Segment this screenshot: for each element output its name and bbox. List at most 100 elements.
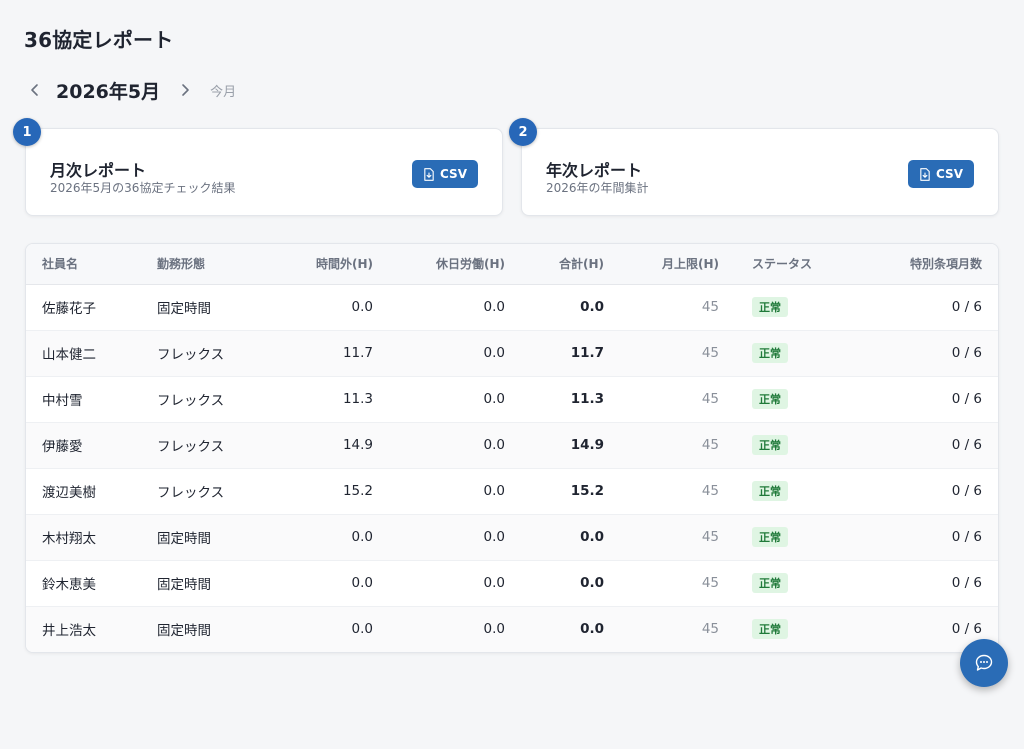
monthly-limit: 45 [604,422,719,469]
work-type: フレックス [157,422,272,469]
special-months: 0 / 6 [872,376,998,423]
col-work-type[interactable]: 勤務形態 [157,244,272,285]
status-cell: 正常 [719,284,872,331]
card-subtitle: 2026年の年間集計 [546,181,649,195]
overtime-hours: 0.0 [351,621,373,638]
table-row[interactable]: 渡辺美樹 フレックス 15.2 0.0 15.2 45 正常 0 / 6 [26,468,998,515]
employee-name: 井上浩太 [42,623,96,640]
work-type: 固定時間 [157,514,272,561]
work-type: フレックス [157,376,272,423]
employee-name: 木村翔太 [26,514,157,561]
total-hours: 11.3 [505,376,604,423]
holiday-hours: 0.0 [373,284,505,331]
card-subtitle: 2026年5月の36協定チェック結果 [50,181,236,195]
work-type: 固定時間 [157,623,211,640]
table-row[interactable]: 木村翔太 固定時間 0.0 0.0 0.0 45 正常 0 / 6 [26,514,998,561]
month-navigator: 2026年5月 今月 [24,76,236,104]
table-row[interactable]: 佐藤花子 固定時間 0.0 0.0 0.0 45 正常 0 / 6 [26,284,998,331]
step-badge: 2 [509,118,537,146]
csv-button-label: CSV [936,167,963,181]
card-title: 年次レポート [546,161,643,180]
holiday-hours: 0.0 [373,468,505,515]
employee-name: 伊藤愛 [26,422,157,469]
work-type: フレックス [157,468,272,515]
col-holiday-work[interactable]: 休日労働(H) [373,244,505,285]
status-cell: 正常 [719,376,872,423]
col-total[interactable]: 合計(H) [505,244,604,285]
holiday-hours: 0.0 [373,422,505,469]
monthly-limit: 45 [604,376,719,423]
col-special-months[interactable]: 特別条項月数 [872,244,998,285]
holiday-hours: 0.0 [373,560,505,607]
col-employee-name[interactable]: 社員名 [26,244,157,285]
status-badge: 正常 [752,343,788,363]
status-cell: 正常 [719,330,872,377]
work-type: フレックス [157,330,272,377]
work-type: 固定時間 [157,560,272,607]
table-row[interactable]: 井上浩太 固定時間 0.0 0.0 0.0 45 正常 0 / 6 [26,606,998,652]
employee-name: 鈴木恵美 [26,560,157,607]
total-hours: 14.9 [505,422,604,469]
overtime-hours: 14.9 [272,422,373,469]
csv-button-label: CSV [440,167,467,181]
employee-name: 中村雪 [26,376,157,423]
col-monthly-limit[interactable]: 月上限(H) [604,244,719,285]
table-row[interactable]: 鈴木恵美 固定時間 0.0 0.0 0.0 45 正常 0 / 6 [26,560,998,607]
special-months: 0 / 6 [872,284,998,331]
status-badge: 正常 [752,481,788,501]
work-type: 固定時間 [157,284,272,331]
table-row[interactable]: 伊藤愛 フレックス 14.9 0.0 14.9 45 正常 0 / 6 [26,422,998,469]
special-months: 0 / 6 [872,560,998,607]
chevron-right-icon[interactable] [174,76,196,104]
this-month-link[interactable]: 今月 [210,81,236,100]
monthly-limit: 45 [604,514,719,561]
total-hours: 0.0 [580,621,604,638]
status-cell: 正常 [719,422,872,469]
monthly-limit: 45 [701,621,719,638]
overtime-hours: 15.2 [272,468,373,515]
special-months: 0 / 6 [872,514,998,561]
holiday-hours: 0.0 [373,330,505,377]
monthly-report-card: 1 月次レポート 2026年5月の36協定チェック結果 CSV [13,118,503,216]
monthly-limit: 45 [604,468,719,515]
status-badge: 正常 [752,573,788,593]
special-months: 0 / 6 [872,422,998,469]
chat-bubble-icon [975,654,993,672]
annual-report-card: 2 年次レポート 2026年の年間集計 CSV [509,118,999,216]
page-title: 36協定レポート [24,28,174,52]
total-hours: 11.7 [505,330,604,377]
total-hours: 15.2 [505,468,604,515]
status-cell: 正常 [719,606,872,652]
step-badge: 1 [13,118,41,146]
monthly-limit: 45 [604,330,719,377]
overtime-hours: 0.0 [272,284,373,331]
status-badge: 正常 [752,389,788,409]
chat-button[interactable] [960,639,1008,687]
special-months: 0 / 6 [872,468,998,515]
monthly-limit: 45 [604,284,719,331]
total-hours: 0.0 [505,514,604,561]
annual-csv-button[interactable]: CSV [908,160,974,188]
status-badge: 正常 [752,619,788,640]
file-download-icon [919,167,931,181]
table-header-row: 社員名 勤務形態 時間外(H) 休日労働(H) 合計(H) 月上限(H) ステー… [26,244,998,285]
total-hours: 0.0 [505,560,604,607]
holiday-hours: 0.0 [373,514,505,561]
holiday-hours: 0.0 [373,376,505,423]
employee-name: 山本健二 [26,330,157,377]
table-row[interactable]: 中村雪 フレックス 11.3 0.0 11.3 45 正常 0 / 6 [26,376,998,423]
col-overtime[interactable]: 時間外(H) [272,244,373,285]
overtime-hours: 0.0 [272,514,373,561]
monthly-csv-button[interactable]: CSV [412,160,478,188]
holiday-hours: 0.0 [483,621,505,638]
monthly-limit: 45 [604,560,719,607]
status-badge: 正常 [752,435,788,455]
table-row[interactable]: 山本健二 フレックス 11.7 0.0 11.7 45 正常 0 / 6 [26,330,998,377]
current-month: 2026年5月 [56,80,161,103]
col-status[interactable]: ステータス [719,244,872,285]
report-table: 社員名 勤務形態 時間外(H) 休日労働(H) 合計(H) 月上限(H) ステー… [25,243,999,653]
special-months: 0 / 6 [872,330,998,377]
status-badge: 正常 [752,527,788,547]
overtime-hours: 11.7 [272,330,373,377]
chevron-left-icon[interactable] [24,76,46,104]
